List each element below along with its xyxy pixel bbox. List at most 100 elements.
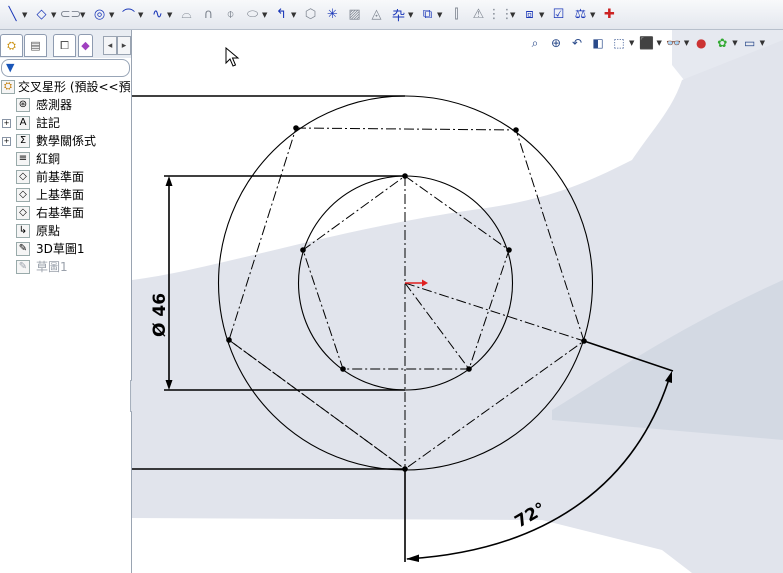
- feature-manager-tab[interactable]: ⛭: [0, 34, 23, 57]
- offset-icon[interactable]: ∩: [199, 5, 218, 25]
- circle-icon[interactable]: ◎: [90, 5, 109, 25]
- filter-input[interactable]: ▼: [1, 59, 130, 77]
- diameter-dimension-text[interactable]: Ø 46: [150, 293, 170, 337]
- polygon-dropdown-arrow[interactable]: ▼: [51, 5, 58, 25]
- tree-root-part[interactable]: ⛭ 交叉星形 (預設<<預: [0, 78, 131, 96]
- scene-dropdown-arrow[interactable]: ▼: [732, 39, 737, 47]
- mirror-icon[interactable]: ⌽: [221, 5, 240, 25]
- snaps-dropdown-arrow[interactable]: ▼: [510, 5, 517, 25]
- relations-dropdown-arrow[interactable]: ▼: [437, 5, 444, 25]
- vertex-point[interactable]: [293, 125, 299, 131]
- tree-item-label: 紅銅: [36, 152, 61, 166]
- line-icon[interactable]: ╲: [3, 5, 22, 25]
- plane-icon: ◇: [16, 170, 30, 184]
- heads-up-view-toolbar: ⌕ ⊕ ↶ ◧ ⬚ ▼ ⬛ ▼ 👓 ▼ ● ✿ ▼ ▭ ▼: [523, 32, 765, 54]
- circle-dropdown-arrow[interactable]: ▼: [109, 5, 116, 25]
- dimxpert-tab[interactable]: ◆: [78, 34, 93, 57]
- tab-scroll-right-button[interactable]: ▸: [117, 36, 131, 55]
- tree-item[interactable]: ≡ 紅銅: [0, 150, 131, 168]
- zoom-to-area-icon[interactable]: ⊕: [547, 34, 565, 52]
- dimension-icon[interactable]: 卆: [389, 5, 408, 25]
- previous-view-icon[interactable]: ↶: [568, 34, 586, 52]
- tree-item[interactable]: ◇ 前基準面: [0, 168, 131, 186]
- edit-appearance-icon[interactable]: ●: [692, 34, 710, 52]
- configuration-manager-tab[interactable]: ⧠: [53, 34, 76, 57]
- quick-snaps-icon[interactable]: ⋮⋮: [488, 5, 514, 25]
- arc-icon[interactable]: ⌒: [119, 5, 138, 25]
- origin-icon: ↳: [16, 224, 30, 238]
- convert-dropdown-arrow[interactable]: ▼: [291, 5, 298, 25]
- equation-icon: Σ: [16, 134, 30, 148]
- spline-icon[interactable]: ∿: [148, 5, 167, 25]
- tab-scroll-left-button[interactable]: ◂: [103, 36, 117, 55]
- filter-icon: ▼: [6, 61, 15, 74]
- tree-item[interactable]: ↳ 原點: [0, 222, 131, 240]
- centerline-icon[interactable]: ✳: [323, 5, 342, 25]
- view-settings-icon[interactable]: ▭: [741, 34, 759, 52]
- vertex-point[interactable]: [340, 366, 346, 372]
- sketch-check-icon[interactable]: ☑: [549, 5, 568, 25]
- material-icon: ≡: [16, 152, 30, 166]
- tree-item-label: 草圖1: [36, 260, 68, 274]
- tree-item[interactable]: ◇ 右基準面: [0, 204, 131, 222]
- hide-show-dropdown-arrow[interactable]: ▼: [684, 39, 689, 47]
- vertex-point[interactable]: [506, 247, 512, 253]
- tree-item[interactable]: ✎ 3D草圖1: [0, 240, 131, 258]
- section-view-icon[interactable]: ◧: [589, 34, 607, 52]
- dimension-dropdown-arrow[interactable]: ▼: [408, 5, 415, 25]
- tree-item[interactable]: ✎ 草圖1: [0, 258, 131, 276]
- pattern-icon[interactable]: ⫿: [447, 5, 466, 25]
- arc-dropdown-arrow[interactable]: ▼: [138, 5, 145, 25]
- graphics-area[interactable]: Ø 46 72° ⌕ ⊕ ↶ ◧ ⬚ ▼ ⬛ ▼ 👓 ▼ ● ✿ ▼ ▭ ▼: [132, 30, 783, 573]
- rapid-sketch-icon[interactable]: ⧈: [520, 5, 539, 25]
- plane-icon[interactable]: ◬: [367, 5, 386, 25]
- convert-entities-icon[interactable]: ↰: [272, 5, 291, 25]
- zoom-to-fit-icon[interactable]: ⌕: [526, 34, 544, 52]
- hide-show-items-icon[interactable]: 👓: [665, 34, 683, 52]
- trim-dropdown-arrow[interactable]: ▼: [262, 5, 269, 25]
- tree-item[interactable]: ◇ 上基準面: [0, 186, 131, 204]
- tree-item-label: 感測器: [36, 98, 73, 112]
- sketch-toolbar: ╲ ▼ ◇ ▼ ⊂⊃ ▼ ◎ ▼ ⌒ ▼ ∿ ▼ ⌓ ∩ ⌽ ⬭ ▼ ↰ ▼ ⬡ ✳ ▨ ◬ 卆…: [0, 0, 783, 30]
- tree-item[interactable]: + Σ 數學關係式: [0, 132, 131, 150]
- vertex-point[interactable]: [513, 127, 519, 133]
- vertex-point[interactable]: [581, 338, 587, 344]
- vertex-point[interactable]: [300, 247, 306, 253]
- expand-toggle-icon[interactable]: +: [2, 119, 11, 128]
- view-settings-dropdown-arrow[interactable]: ▼: [760, 39, 765, 47]
- vertex-point[interactable]: [226, 337, 232, 343]
- view-orientation-icon[interactable]: ⬚: [610, 34, 628, 52]
- slot-icon[interactable]: ⊂⊃: [60, 5, 82, 25]
- point-icon[interactable]: ⬡: [301, 5, 320, 25]
- spline-dropdown-arrow[interactable]: ▼: [167, 5, 174, 25]
- display-style-icon[interactable]: ⬛: [637, 34, 655, 52]
- fillet-icon[interactable]: ⌓: [177, 5, 196, 25]
- display-style-dropdown-arrow[interactable]: ▼: [656, 39, 661, 47]
- construction-geometry-icon[interactable]: ▨: [345, 5, 364, 25]
- property-manager-tab[interactable]: ▤: [24, 34, 47, 57]
- expand-toggle-icon[interactable]: +: [2, 137, 11, 146]
- move-icon[interactable]: ⚖: [571, 5, 590, 25]
- slot-dropdown-arrow[interactable]: ▼: [80, 5, 87, 25]
- tree-item-label: 上基準面: [36, 188, 85, 202]
- red-relation-icon[interactable]: ✚: [600, 5, 619, 25]
- rapid-dropdown-arrow[interactable]: ▼: [539, 5, 546, 25]
- tree-item[interactable]: + A 註記: [0, 114, 131, 132]
- plane-icon: ◇: [16, 188, 30, 202]
- trim-icon[interactable]: ⬭: [243, 5, 262, 25]
- line-dropdown-arrow[interactable]: ▼: [22, 5, 29, 25]
- tree-item[interactable]: ⊛ 感測器: [0, 96, 131, 114]
- apply-scene-icon[interactable]: ✿: [713, 34, 731, 52]
- vertex-point[interactable]: [402, 466, 408, 472]
- relations-icon[interactable]: ⧉: [418, 5, 437, 25]
- tree-item-label: 原點: [36, 224, 61, 238]
- vertex-point[interactable]: [466, 366, 472, 372]
- tree-item-label: 右基準面: [36, 206, 85, 220]
- move-dropdown-arrow[interactable]: ▼: [590, 5, 597, 25]
- view-orientation-dropdown-arrow[interactable]: ▼: [629, 39, 634, 47]
- vertex-point[interactable]: [402, 173, 408, 179]
- layer-icon[interactable]: ⚠: [469, 5, 488, 25]
- polygon-tool-icon[interactable]: ◇: [32, 5, 51, 25]
- feature-manager-panel: ⛭ ▤ ⧠ ◆ ◂ ▸ ▼ ⛭ 交叉星形 (預設<<預 ⊛ 感測器 + A 註記 + Σ 數學關係…: [0, 30, 132, 573]
- tree-item-label: 前基準面: [36, 170, 85, 184]
